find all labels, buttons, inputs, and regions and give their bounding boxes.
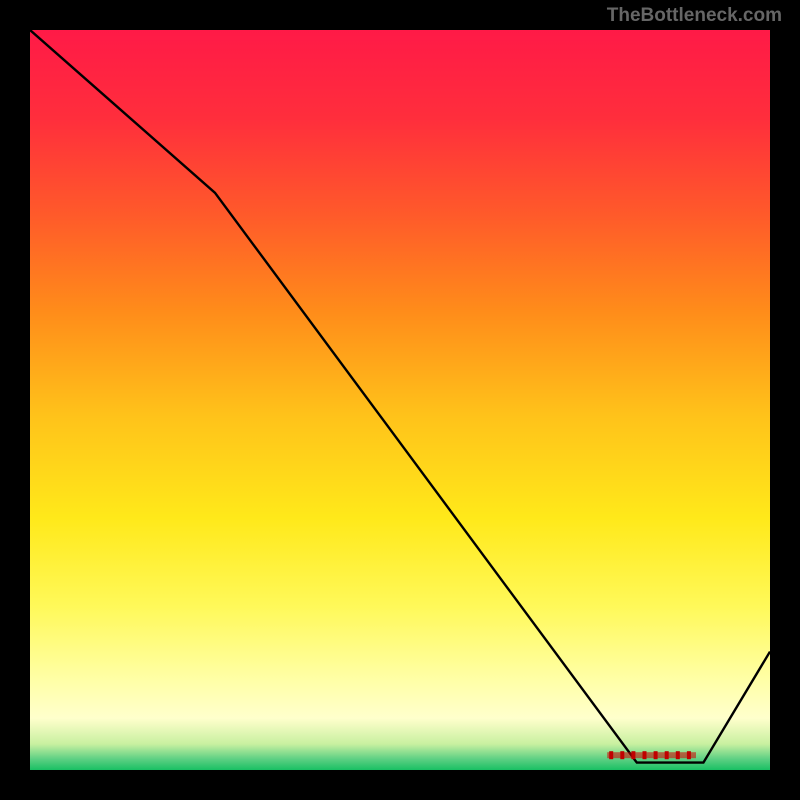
plot-area [30,30,770,770]
marker-label [607,751,696,759]
watermark-text: TheBottleneck.com [607,5,782,27]
gradient-background [30,30,770,770]
chart-svg [30,30,770,770]
chart-container: TheBottleneck.com [0,0,800,800]
